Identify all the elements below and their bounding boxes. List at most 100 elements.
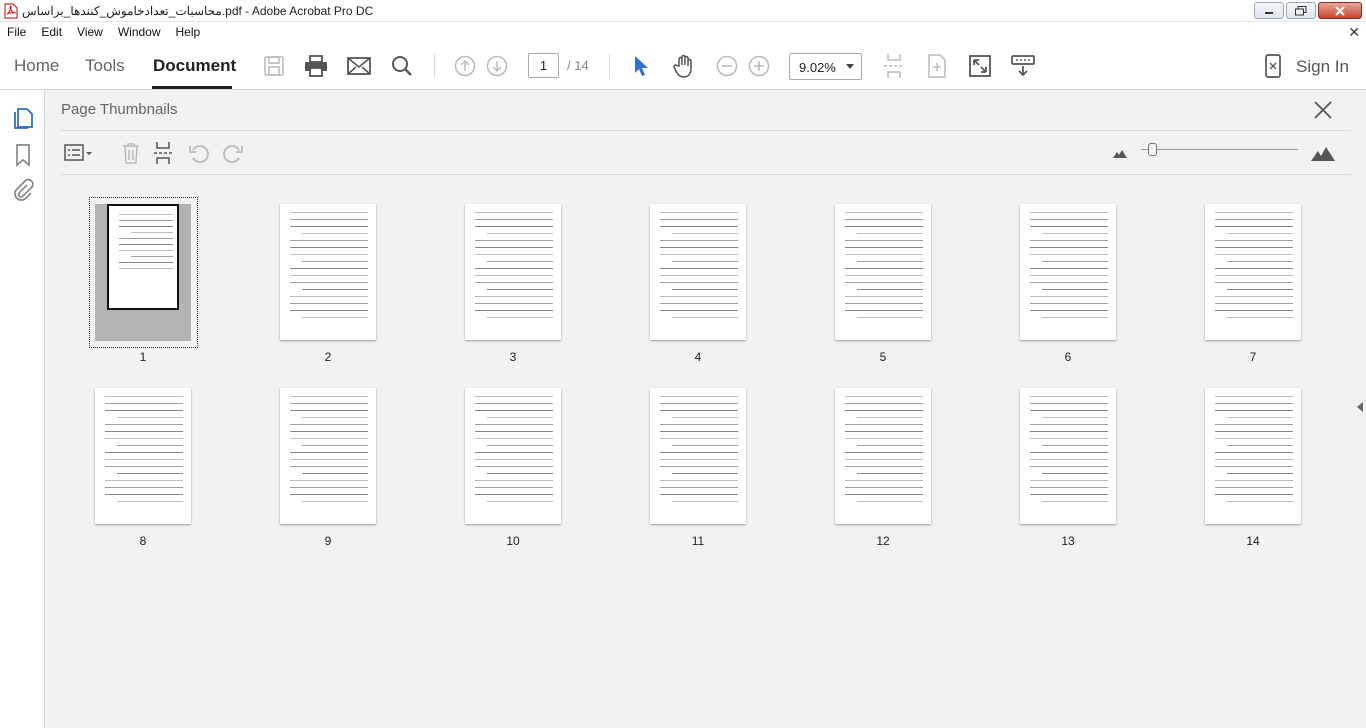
delete-pages-button[interactable]	[117, 140, 145, 166]
next-page-button[interactable]	[484, 53, 510, 79]
minimize-button[interactable]	[1254, 2, 1284, 19]
text-line	[672, 445, 738, 446]
text-line	[845, 226, 923, 227]
thumbnail-page-number: 13	[1061, 534, 1075, 548]
menu-file[interactable]: File	[0, 25, 34, 39]
previous-page-button[interactable]	[452, 53, 478, 79]
text-line	[1030, 459, 1108, 460]
options-menu-button[interactable]	[63, 140, 95, 166]
page-thumbnail[interactable]	[1020, 388, 1116, 524]
tab-tools[interactable]: Tools	[85, 56, 125, 76]
page-thumbnail[interactable]	[107, 204, 179, 310]
text-line	[475, 487, 553, 488]
text-line	[302, 417, 368, 418]
text-line	[475, 296, 553, 297]
tab-home[interactable]: Home	[14, 56, 59, 76]
page-thumbnail[interactable]	[835, 204, 931, 340]
print-button[interactable]	[303, 53, 329, 79]
read-mode-button[interactable]	[1010, 53, 1036, 79]
close-icon[interactable]	[1313, 100, 1333, 120]
page-thumbnail[interactable]	[280, 388, 376, 524]
rotate-right-button[interactable]	[219, 140, 247, 166]
rotate-left-button[interactable]	[185, 140, 213, 166]
page-thumbnail[interactable]	[465, 204, 561, 340]
mobile-link-button[interactable]	[1260, 53, 1286, 79]
text-line	[105, 396, 183, 397]
page-thumbnail[interactable]	[650, 204, 746, 340]
text-line	[475, 494, 553, 495]
page-thumbnail[interactable]	[465, 388, 561, 524]
page-thumbnail[interactable]	[280, 204, 376, 340]
close-window-button[interactable]	[1318, 2, 1362, 19]
text-line	[1030, 466, 1108, 467]
thumbnail-page-number: 11	[691, 534, 705, 548]
attachment-icon[interactable]	[11, 178, 35, 202]
search-button[interactable]	[389, 53, 415, 79]
zoom-out-thumbnails-button[interactable]	[1106, 140, 1134, 166]
restore-button[interactable]	[1286, 2, 1316, 19]
zoom-level-select[interactable]: 9.02%	[789, 53, 862, 80]
text-line	[857, 233, 923, 234]
text-line	[857, 473, 923, 474]
text-line	[475, 438, 553, 439]
text-line	[660, 275, 738, 276]
main-toolbar: Home Tools Document 1 / 14 9.02% Sign In	[0, 42, 1366, 90]
page-thumbnail[interactable]	[835, 388, 931, 524]
insert-page-button[interactable]	[924, 53, 950, 79]
zoom-in-button[interactable]	[746, 53, 772, 79]
toolbar-divider	[609, 54, 610, 78]
text-line	[1030, 494, 1108, 495]
text-line	[105, 494, 183, 495]
split-page-button[interactable]	[881, 53, 907, 79]
page-thumbnail[interactable]	[650, 388, 746, 524]
text-line	[119, 262, 173, 263]
text-line	[302, 261, 368, 262]
text-line	[1227, 261, 1293, 262]
close-document-icon[interactable]: ✕	[1348, 24, 1360, 41]
text-line	[845, 212, 923, 213]
thumbnail-size-slider[interactable]	[1141, 149, 1298, 150]
zoom-out-button[interactable]	[714, 53, 740, 79]
split-pages-button[interactable]	[150, 140, 178, 166]
page-thumbnails-icon[interactable]	[11, 106, 35, 130]
save-button[interactable]	[261, 53, 287, 79]
rotate-right-icon	[223, 145, 243, 163]
zoom-out-icon	[716, 55, 738, 77]
page-thumbnail[interactable]	[1205, 204, 1301, 340]
text-line	[660, 431, 738, 432]
page-thumbnail[interactable]	[1020, 204, 1116, 340]
menu-view[interactable]: View	[70, 25, 111, 39]
hand-tool-button[interactable]	[671, 53, 697, 79]
collapse-panel-arrow-icon[interactable]	[1357, 402, 1363, 412]
text-line	[119, 226, 173, 227]
sign-in-button[interactable]: Sign In	[1296, 57, 1349, 77]
text-line	[845, 480, 923, 481]
page-number-input[interactable]: 1	[528, 53, 559, 78]
text-line	[1030, 310, 1108, 311]
text-line	[290, 275, 368, 276]
rotate-left-icon	[189, 145, 209, 163]
menu-edit[interactable]: Edit	[34, 25, 70, 39]
text-line	[487, 233, 553, 234]
thumbnail-page-number: 6	[1064, 350, 1072, 364]
text-line	[1030, 296, 1108, 297]
text-line	[290, 254, 368, 255]
text-line	[119, 214, 173, 215]
menu-help[interactable]: Help	[169, 25, 209, 39]
zoom-in-thumbnails-button[interactable]	[1309, 140, 1337, 166]
text-line	[672, 261, 738, 262]
full-screen-button[interactable]	[967, 53, 993, 79]
text-line	[1030, 452, 1108, 453]
page-thumbnail[interactable]	[1205, 388, 1301, 524]
page-thumbnail[interactable]	[95, 388, 191, 524]
tab-document[interactable]: Document	[153, 56, 236, 76]
bookmark-icon[interactable]	[11, 143, 35, 167]
text-line	[1215, 459, 1293, 460]
text-line	[845, 494, 923, 495]
text-line	[487, 445, 553, 446]
slider-handle[interactable]	[1148, 143, 1157, 156]
thumbnail-page-number: 2	[324, 350, 332, 364]
select-tool-button[interactable]	[628, 53, 654, 79]
email-button[interactable]	[346, 53, 372, 79]
menu-window[interactable]: Window	[111, 25, 169, 39]
